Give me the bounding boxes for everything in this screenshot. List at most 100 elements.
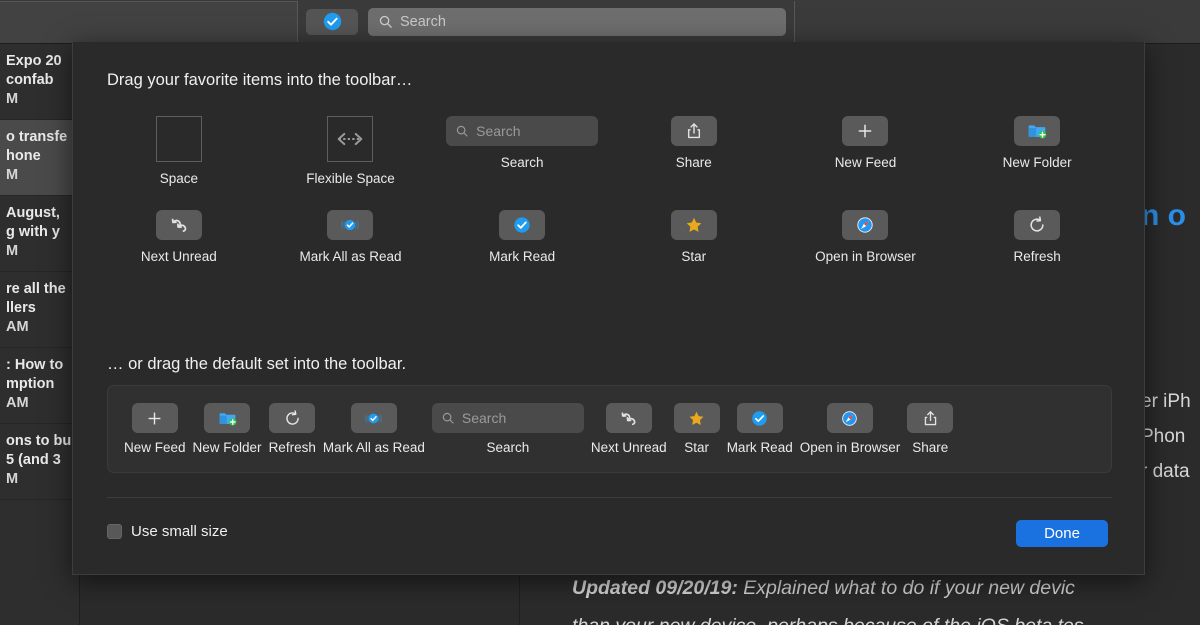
- toolbar-chip[interactable]: [842, 116, 889, 146]
- toolbar-chip[interactable]: [907, 403, 954, 433]
- toolbar-search-input[interactable]: Search: [368, 7, 786, 36]
- toolbar-item-label: Refresh: [1013, 249, 1061, 264]
- check-circle-rays-icon: [340, 215, 360, 235]
- toolbar-item-new-folder[interactable]: New Folder: [951, 106, 1123, 188]
- toolbar-item-star[interactable]: Star: [673, 403, 720, 455]
- check-circle-icon: [323, 12, 342, 31]
- toolbar-item-label: Share: [675, 155, 712, 170]
- feed-list-item[interactable]: Expo 20 confab M: [0, 44, 79, 120]
- search-field-placeholder: Search: [476, 123, 521, 139]
- toolbar-item-share[interactable]: Share: [608, 106, 780, 188]
- toolbar-chip[interactable]: [670, 116, 717, 146]
- feed-list-item-line: ons to bu: [6, 433, 72, 449]
- refresh-arrow-icon: [1027, 215, 1047, 235]
- magnifier-icon: [455, 124, 469, 138]
- use-small-size-checkbox[interactable]: [107, 524, 122, 539]
- toolbar-item-palette[interactable]: Space Flexible Space Search Search Share New …: [93, 106, 1123, 282]
- toolbar-chip[interactable]: [269, 403, 316, 433]
- toolbar-item-refresh[interactable]: Refresh: [269, 403, 316, 455]
- toolbar-item-open-in-browser[interactable]: Open in Browser: [780, 200, 952, 282]
- feed-list-item-line: : How to: [6, 357, 64, 373]
- folder-plus-icon: [218, 409, 237, 428]
- toolbar-search-placeholder: Search: [400, 13, 446, 30]
- toolbar-item-next-unread[interactable]: Next Unread: [93, 200, 265, 282]
- feed-list-item-line: mption: [6, 376, 55, 392]
- toolbar-mark-read-button[interactable]: [306, 8, 358, 35]
- toolbar-chip[interactable]: [673, 403, 720, 433]
- toolbar-item-label: New Folder: [1002, 155, 1072, 170]
- toolbar-chip[interactable]: [826, 403, 873, 433]
- toolbar-item-label: Share: [912, 440, 949, 455]
- feed-list-item-line: confab: [6, 72, 54, 88]
- toolbar-item-refresh[interactable]: Refresh: [951, 200, 1123, 282]
- default-toolbar-set[interactable]: New Feed New Folder Refresh Mark All as Rea…: [107, 385, 1112, 473]
- toolbar-item-mark-all-as-read[interactable]: Mark All as Read: [323, 403, 425, 455]
- toolbar-item-label: New Feed: [124, 440, 186, 455]
- toolbar-item-new-folder[interactable]: New Folder: [193, 403, 262, 455]
- toolbar-item-share[interactable]: Share: [907, 403, 954, 455]
- share-up-arrow-icon: [921, 409, 940, 428]
- toolbar-chip[interactable]: [736, 403, 783, 433]
- double-chevron-arrows-icon: [169, 215, 189, 235]
- toolbar-item-mark-read[interactable]: Mark Read: [436, 200, 608, 282]
- feed-list-item[interactable]: o transfe hone M: [0, 120, 79, 196]
- feed-list-sidebar[interactable]: Expo 20 confab Mo transfe hone M August, g wit…: [0, 44, 80, 625]
- plus-icon: [145, 409, 164, 428]
- toolbar-item-search[interactable]: Search Search: [431, 403, 584, 455]
- article-update-text: Explained what to do if your new devic: [737, 577, 1075, 599]
- toolbar-item-next-unread[interactable]: Next Unread: [591, 403, 667, 455]
- toolbar-chip[interactable]: [327, 210, 374, 240]
- toolbar-item-star[interactable]: Star: [608, 200, 780, 282]
- toolbar-item-mark-read[interactable]: Mark Read: [727, 403, 793, 455]
- toolbar-item-mark-all-as-read[interactable]: Mark All as Read: [265, 200, 437, 282]
- check-circle-icon: [750, 409, 769, 428]
- toolbar-right-segment: [795, 0, 1200, 43]
- app-toolbar: Search: [0, 0, 1200, 44]
- article-heading: n o: [1141, 199, 1186, 232]
- refresh-arrow-icon: [283, 409, 302, 428]
- feed-list-item-line: 5 (and 3: [6, 452, 61, 468]
- feed-list-item-line: g with y: [6, 224, 60, 240]
- feed-list-item-line: AM: [6, 319, 29, 335]
- toolbar-item-label: Star: [681, 249, 707, 264]
- double-chevron-arrows-icon: [619, 409, 638, 428]
- toolbar-item-flexible-space[interactable]: Flexible Space: [265, 106, 437, 188]
- share-up-arrow-icon: [684, 121, 704, 141]
- feed-list-item-line: M: [6, 243, 19, 259]
- sheet-divider: [107, 497, 1112, 498]
- screen: Expo 20 confab Mo transfe hone M August, g wit…: [0, 0, 1200, 625]
- toolbar-chip[interactable]: [204, 403, 251, 433]
- toolbar-item-search[interactable]: Search Search: [436, 106, 608, 188]
- toolbar-item-open-in-browser[interactable]: Open in Browser: [800, 403, 900, 455]
- toolbar-chip[interactable]: [842, 210, 889, 240]
- article-body-line: Phon: [1141, 426, 1186, 447]
- feed-list-item[interactable]: ons to bu 5 (and 3 M: [0, 424, 79, 500]
- search-field-item[interactable]: Search: [431, 403, 584, 433]
- toolbar-item-new-feed[interactable]: New Feed: [124, 403, 186, 455]
- feed-list-item-line: M: [6, 91, 19, 107]
- toolbar-chip[interactable]: [605, 403, 652, 433]
- done-button[interactable]: Done: [1016, 520, 1108, 547]
- toolbar-chip[interactable]: [131, 403, 178, 433]
- toolbar-chip[interactable]: [350, 403, 397, 433]
- feed-list-item[interactable]: August, g with y M: [0, 196, 79, 272]
- search-field-placeholder: Search: [461, 410, 507, 426]
- toolbar-chip[interactable]: [499, 210, 546, 240]
- toolbar-chip[interactable]: [670, 210, 717, 240]
- toolbar-item-label: Mark All as Read: [299, 249, 402, 264]
- toolbar-chip[interactable]: [1014, 210, 1061, 240]
- toolbar-item-space[interactable]: Space: [93, 106, 265, 188]
- feed-list-item[interactable]: re all the llers AM: [0, 272, 79, 348]
- use-small-size-row[interactable]: Use small size: [107, 523, 228, 540]
- search-field-item[interactable]: Search: [446, 116, 599, 146]
- toolbar-item-label: Refresh: [268, 440, 316, 455]
- toolbar-left-segment: [0, 0, 298, 43]
- safari-compass-icon: [855, 215, 875, 235]
- use-small-size-label: Use small size: [131, 523, 228, 540]
- feed-list-item[interactable]: : How to mption AM: [0, 348, 79, 424]
- toolbar-chip[interactable]: [1014, 116, 1061, 146]
- toolbar-item-new-feed[interactable]: New Feed: [780, 106, 952, 188]
- toolbar-item-label: Space: [159, 171, 198, 186]
- toolbar-chip[interactable]: [155, 210, 202, 240]
- flexible-space-box: [327, 116, 374, 162]
